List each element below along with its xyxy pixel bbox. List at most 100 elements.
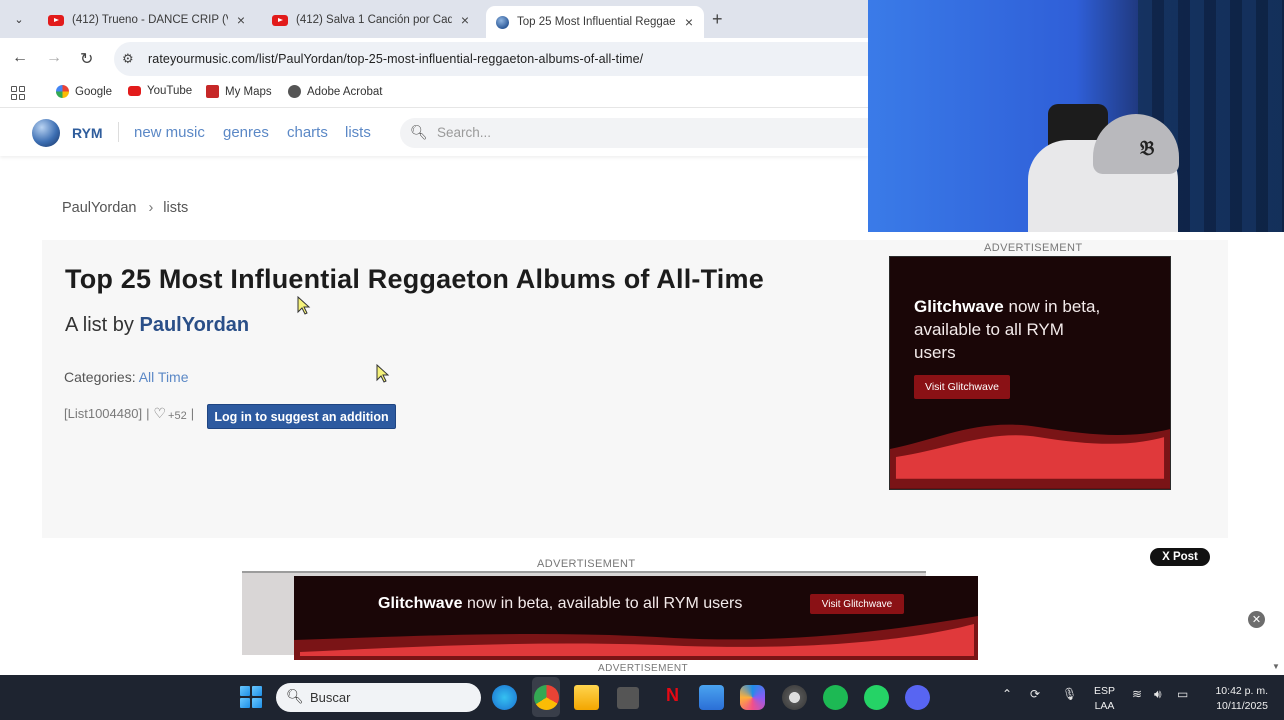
maps-icon	[206, 85, 219, 98]
site-search[interactable]: 🔍︎ Search...	[400, 118, 868, 148]
meta-separator: |	[146, 406, 150, 421]
like-count: +52	[168, 409, 187, 422]
bookmark-my-maps[interactable]: My Maps	[206, 85, 272, 98]
nav-charts[interactable]: charts	[287, 124, 328, 141]
list-byline: A list by PaulYordan	[65, 314, 249, 337]
suggest-addition-button[interactable]: Log in to suggest an addition	[207, 404, 396, 429]
nav-genres[interactable]: genres	[223, 124, 269, 141]
taskbar-search-input[interactable]: Buscar	[310, 690, 350, 705]
tab-search-button[interactable]: ⌄	[8, 8, 30, 30]
tab-rym-list[interactable]: Top 25 Most Influential Reggae ×	[486, 6, 704, 38]
battery-icon[interactable]: ▭	[1177, 687, 1188, 701]
new-tab-icon[interactable]: +	[712, 9, 723, 30]
author-link[interactable]: PaulYordan	[139, 314, 249, 336]
ad-wave-graphic	[890, 424, 1170, 489]
sync-icon[interactable]: ⟳	[1030, 687, 1040, 701]
nav-lists[interactable]: lists	[345, 124, 371, 141]
bookmark-label: Google	[75, 85, 113, 98]
tab-strip: ⌄ (412) Trueno - DANCE CRIP (Vid × (412)…	[0, 0, 868, 38]
browser-toolbar: ← → ↻ ⚙ rateyourmusic.com/list/PaulYorda…	[0, 38, 868, 80]
forward-icon[interactable]: →	[46, 49, 62, 67]
language-indicator[interactable]: ESP LAA	[1094, 684, 1115, 714]
webcam-overlay: 𝔅	[868, 0, 1284, 232]
ad-headline: Glitchwave now in beta, available to all…	[914, 295, 1104, 364]
site-logo-text[interactable]: RYM	[72, 125, 103, 141]
bookmark-youtube[interactable]: YouTube	[128, 85, 192, 97]
rym-logo-icon[interactable]	[32, 119, 60, 147]
meta-separator: |	[190, 406, 195, 421]
file-explorer-icon[interactable]	[574, 685, 599, 710]
bookmarks-bar: Google YouTube My Maps Adobe Acrobat	[0, 80, 868, 108]
microphone-icon[interactable]: 🎙︎	[1062, 687, 1077, 701]
bookmark-label: Adobe Acrobat	[307, 85, 383, 98]
edge-icon[interactable]	[492, 685, 517, 710]
screen: ⌄ (412) Trueno - DANCE CRIP (Vid × (412)…	[0, 0, 1284, 720]
list-id: [List1004480]	[64, 406, 143, 421]
store-icon[interactable]	[699, 685, 724, 710]
ad-label: ADVERTISEMENT	[537, 558, 636, 570]
glitchwave-bottom-ad[interactable]: Glitchwave now in beta, available to all…	[294, 576, 978, 660]
category-link[interactable]: All Time	[139, 369, 189, 385]
url-text: rateyourmusic.com/list/PaulYordan/top-25…	[148, 52, 644, 66]
site-info-icon[interactable]: ⚙	[122, 51, 134, 67]
close-tab-icon[interactable]: ×	[682, 14, 696, 30]
keyboard-layout: LAA	[1094, 700, 1115, 712]
tab-title: (412) Salva 1 Canción por Cada	[296, 14, 452, 26]
copilot-icon[interactable]	[740, 685, 765, 710]
obs-icon[interactable]	[782, 685, 807, 710]
ad-label: ADVERTISEMENT	[984, 242, 1083, 254]
bookmark-adobe-acrobat[interactable]: Adobe Acrobat	[288, 85, 382, 98]
whatsapp-icon[interactable]	[864, 685, 889, 710]
close-tab-icon[interactable]: ×	[458, 12, 472, 28]
app-m-icon[interactable]	[617, 687, 639, 709]
chrome-icon[interactable]	[534, 685, 559, 710]
ad-label: ADVERTISEMENT	[598, 663, 689, 674]
netflix-icon[interactable]: N	[660, 685, 685, 710]
scroll-down-arrow-icon[interactable]: ▼	[1272, 662, 1280, 671]
x-post-button[interactable]: X Post	[1150, 548, 1210, 566]
page-title: Top 25 Most Influential Reggaeton Albums…	[65, 264, 764, 294]
tab-trueno[interactable]: (412) Trueno - DANCE CRIP (Vid ×	[38, 6, 256, 34]
address-bar[interactable]: ⚙ rateyourmusic.com/list/PaulYordan/top-…	[114, 42, 868, 76]
cap-logo-icon: 𝔅	[1140, 136, 1155, 160]
spotify-icon[interactable]	[823, 685, 848, 710]
wifi-icon[interactable]: ≋	[1132, 687, 1142, 701]
youtube-icon	[48, 14, 64, 26]
nav-new-music[interactable]: new music	[134, 124, 205, 141]
system-clock[interactable]: 10:42 p. m. 10/11/2025	[1206, 684, 1268, 714]
search-input[interactable]: Search...	[437, 125, 491, 140]
search-icon: 🔍︎	[410, 124, 428, 140]
breadcrumb-user[interactable]: PaulYordan	[62, 200, 136, 216]
breadcrumb: PaulYordan › lists	[62, 200, 188, 216]
youtube-icon	[128, 86, 141, 96]
list-meta: [List1004480] | ♡ +52 |	[64, 405, 194, 422]
bookmark-google[interactable]: Google	[56, 85, 112, 98]
close-tab-icon[interactable]: ×	[234, 12, 248, 28]
reload-icon[interactable]: ↻	[80, 49, 93, 69]
apps-icon[interactable]	[11, 86, 25, 100]
breadcrumb-lists[interactable]: lists	[163, 200, 188, 216]
ad-brand: Glitchwave	[914, 297, 1004, 316]
tab-salva[interactable]: (412) Salva 1 Canción por Cada ×	[262, 6, 480, 34]
back-icon[interactable]: ←	[12, 49, 28, 67]
heart-icon[interactable]: ♡	[153, 405, 166, 422]
chevron-up-icon[interactable]: ⌃	[1002, 687, 1012, 701]
byline-prefix: A list by	[65, 314, 134, 336]
close-ad-icon[interactable]: ✕	[1248, 611, 1265, 628]
taskbar: 🔍︎ Buscar N ⌃ ⟳ 🎙︎ ESP LAA ≋ 🔊︎ ▭ 10:42 …	[0, 675, 1284, 720]
categories-label: Categories:	[64, 369, 136, 385]
glitchwave-side-ad[interactable]: Glitchwave now in beta, available to all…	[889, 256, 1171, 490]
clock-time: 10:42 p. m.	[1215, 685, 1268, 697]
discord-icon[interactable]	[905, 685, 930, 710]
search-icon: 🔍︎	[286, 688, 304, 704]
visit-glitchwave-button[interactable]: Visit Glitchwave	[914, 375, 1010, 399]
bookmark-label: My Maps	[225, 85, 272, 98]
ad-wave-graphic	[294, 616, 978, 660]
site-header: RYM new music genres charts lists 🔍︎ Sea…	[0, 108, 868, 156]
windows-start-icon[interactable]	[240, 686, 262, 708]
taskbar-search[interactable]: 🔍︎ Buscar	[276, 683, 481, 712]
youtube-icon	[272, 14, 288, 26]
volume-icon[interactable]: 🔊︎	[1154, 687, 1162, 702]
tab-title: Top 25 Most Influential Reggae	[517, 16, 676, 28]
bookmark-label: YouTube	[147, 85, 193, 97]
